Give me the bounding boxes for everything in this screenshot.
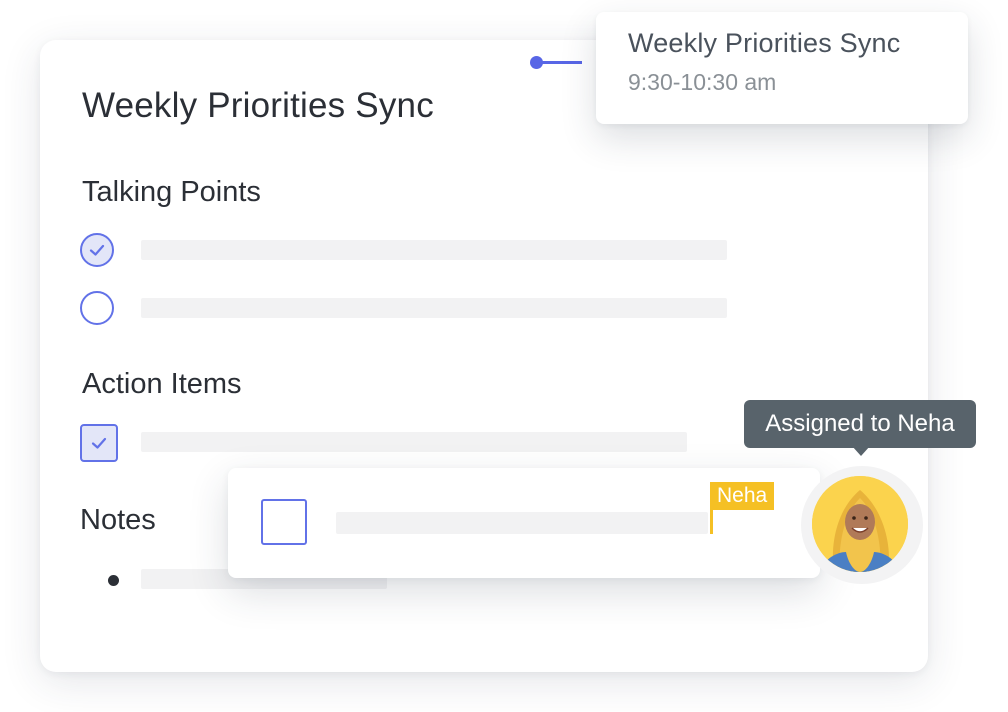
talking-point-placeholder — [141, 298, 727, 318]
action-items-heading: Action Items — [82, 368, 242, 400]
note-title: Weekly Priorities Sync — [82, 86, 434, 125]
checked-checkbox-icon[interactable] — [80, 424, 118, 462]
empty-checkbox-icon[interactable] — [261, 499, 307, 545]
collaborator-cursor — [710, 508, 713, 534]
event-time: 9:30-10:30 am — [628, 69, 777, 95]
talking-points-heading: Talking Points — [82, 176, 261, 208]
avatar[interactable] — [812, 476, 908, 572]
bullet-icon — [108, 575, 119, 586]
tooltip-arrow — [852, 446, 870, 456]
calendar-event-card[interactable]: Weekly Priorities Sync 9:30-10:30 am — [596, 12, 968, 124]
collaborator-name-tag: Neha — [710, 482, 775, 510]
check-circle-icon[interactable] — [80, 233, 114, 267]
action-item-placeholder — [141, 432, 687, 452]
connector-line — [540, 61, 582, 64]
talking-point-placeholder — [141, 240, 727, 260]
empty-circle-icon[interactable] — [80, 291, 114, 325]
connector-dot — [530, 56, 543, 69]
assigned-tooltip: Assigned to Neha — [744, 400, 976, 448]
event-title: Weekly Priorities Sync — [628, 28, 901, 58]
notes-heading: Notes — [80, 504, 156, 536]
task-placeholder — [336, 512, 708, 534]
